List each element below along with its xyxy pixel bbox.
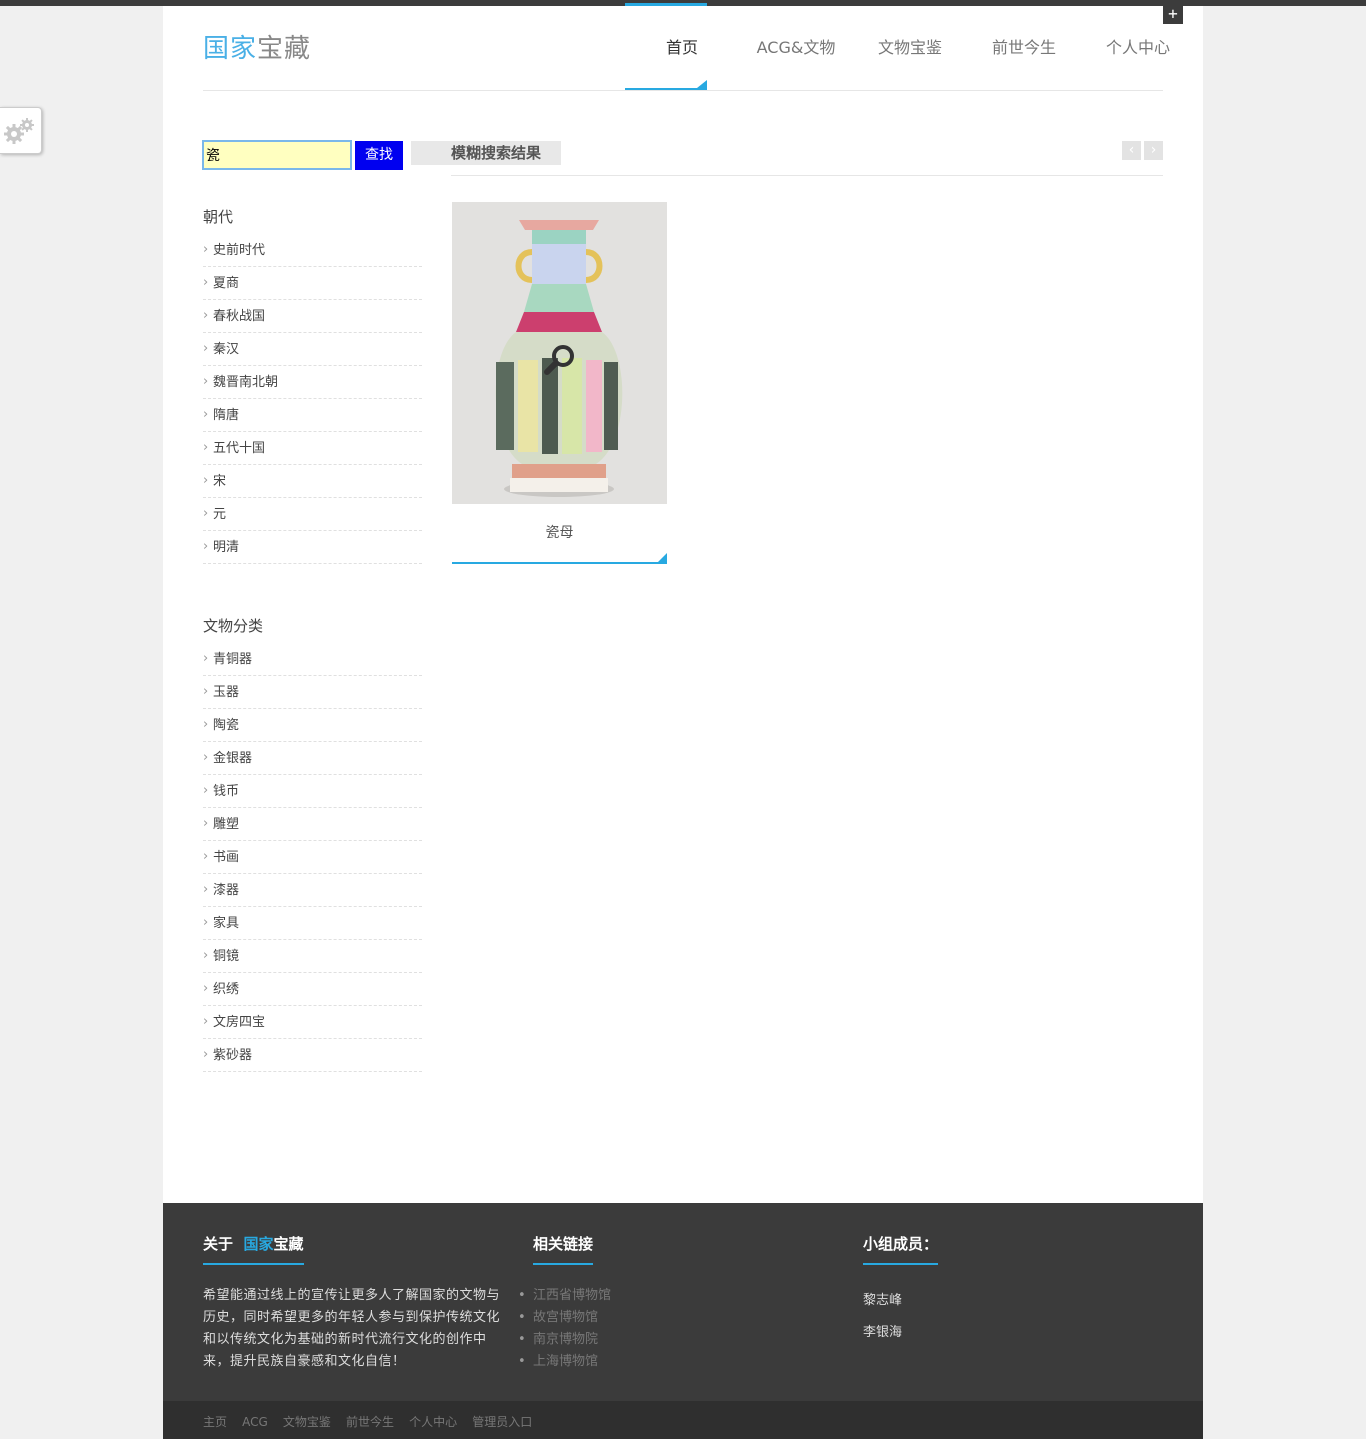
search-button[interactable]: 查找 [355,141,403,170]
nav-home[interactable]: 首页 [625,3,739,90]
footer-links-title: 相关链接 [533,1233,594,1265]
bottom-link-profile[interactable]: 个人中心 [409,1415,457,1429]
nav-relics[interactable]: 文物宝鉴 [853,6,967,90]
chevron-left-icon: ‹ [1128,142,1135,158]
dynasty-item[interactable]: 宋 [203,464,422,498]
result-card[interactable]: 瓷母 [452,202,667,564]
dynasty-item[interactable]: 元 [203,497,422,531]
category-item[interactable]: 金银器 [203,741,422,775]
category-item[interactable]: 铜镜 [203,939,422,973]
nav-profile-label: 个人中心 [1105,38,1170,57]
dynasty-item[interactable]: 夏商 [203,266,422,300]
nav-history-label: 前世今生 [991,38,1056,57]
chevron-right-icon: › [1150,142,1157,158]
page-container: + 国家宝藏 首页 ACG&文物 文物宝鉴 前世今生 个人中心 查找 模糊搜索结… [163,3,1203,1439]
footer-members-list: 黎志峰 李银海 [863,1285,938,1349]
member-name: 李银海 [863,1325,903,1340]
category-item[interactable]: 青铜器 [203,642,422,676]
footer-about-text: 希望能通过线上的宣传让更多人了解国家的文物与历史，同时希望更多的年轻人参与到保护… [203,1288,501,1369]
footer-link[interactable]: 故宫博物馆 [518,1307,611,1329]
dynasty-list: 史前时代 夏商 春秋战国 秦汉 魏晋南北朝 隋唐 五代十国 宋 元 明清 [203,233,422,564]
main-nav: 首页 ACG&文物 文物宝鉴 前世今生 个人中心 [625,3,1195,90]
category-item[interactable]: 书画 [203,840,422,874]
result-name[interactable]: 瓷母 [452,504,667,564]
header-divider [203,90,1163,91]
search-input[interactable] [202,140,352,170]
dynasty-item[interactable]: 明清 [203,530,422,564]
footer-about: 关于 国家宝藏 希望能通过线上的宣传让更多人了解国家的文物与历史，同时希望更多的… [203,1233,505,1373]
next-page-button[interactable]: › [1144,141,1163,160]
magnifier-icon [544,345,574,375]
dynasty-item[interactable]: 史前时代 [203,233,422,267]
dynasty-item[interactable]: 隋唐 [203,398,422,432]
result-divider [451,175,1163,176]
bottom-link-history[interactable]: 前世今生 [346,1415,394,1429]
nav-home-label: 首页 [665,38,698,57]
gear-icon [4,118,34,144]
category-item[interactable]: 漆器 [203,873,422,907]
nav-history[interactable]: 前世今生 [967,6,1081,90]
fuzzy-result-tab[interactable]: 模糊搜索结果 [411,141,561,165]
dynasty-item[interactable]: 秦汉 [203,332,422,366]
site-logo[interactable]: 国家宝藏 [203,28,311,65]
footer-members: 小组成员： 黎志峰 李银海 [863,1233,939,1349]
bottom-link-acg[interactable]: ACG [242,1415,268,1429]
category-item[interactable]: 钱币 [203,774,422,808]
category-item[interactable]: 文房四宝 [203,1005,422,1039]
footer-members-title: 小组成员： [863,1233,939,1265]
footer-about-title: 关于 国家宝藏 [203,1233,304,1265]
category-item[interactable]: 雕塑 [203,807,422,841]
category-item[interactable]: 陶瓷 [203,708,422,742]
prev-page-button[interactable]: ‹ [1122,141,1141,160]
category-item[interactable]: 家具 [203,906,422,940]
bottom-links: 主页 ACG 文物宝鉴 前世今生 个人中心 管理员入口 [203,1401,542,1439]
category-item[interactable]: 紫砂器 [203,1038,422,1072]
category-title: 文物分类 [203,617,264,635]
vase-image[interactable] [452,202,667,504]
bottom-bar: 主页 ACG 文物宝鉴 前世今生 个人中心 管理员入口 [163,1401,1203,1439]
dynasty-item[interactable]: 春秋战国 [203,299,422,333]
footer: 关于 国家宝藏 希望能通过线上的宣传让更多人了解国家的文物与历史，同时希望更多的… [163,1203,1203,1401]
bottom-link-admin[interactable]: 管理员入口 [472,1415,532,1429]
nav-acg[interactable]: ACG&文物 [739,6,853,90]
category-list: 青铜器 玉器 陶瓷 金银器 钱币 雕塑 书画 漆器 家具 铜镜 织绣 文房四宝 … [203,642,422,1072]
category-item[interactable]: 织绣 [203,972,422,1006]
member-name: 黎志峰 [863,1293,903,1308]
footer-link[interactable]: 南京博物院 [518,1329,611,1351]
footer-link[interactable]: 江西省博物馆 [518,1285,611,1307]
footer-link[interactable]: 上海博物馆 [518,1351,611,1373]
nav-relics-label: 文物宝鉴 [877,38,942,57]
nav-profile[interactable]: 个人中心 [1081,6,1195,90]
logo-part-1: 国家 [203,34,258,64]
bottom-link-relics[interactable]: 文物宝鉴 [283,1415,331,1429]
result-name-label: 瓷母 [545,525,574,541]
bottom-link-home[interactable]: 主页 [203,1415,227,1429]
dynasty-title: 朝代 [203,208,234,226]
category-item[interactable]: 玉器 [203,675,422,709]
footer-links: 相关链接 江西省博物馆 故宫博物馆 南京博物院 上海博物馆 [518,1233,611,1373]
nav-acg-label: ACG&文物 [756,38,836,57]
footer-links-list: 江西省博物馆 故宫博物馆 南京博物院 上海博物馆 [518,1285,611,1373]
settings-panel-toggle[interactable] [0,107,42,154]
dynasty-item[interactable]: 五代十国 [203,431,422,465]
logo-part-2: 宝藏 [257,34,312,64]
dynasty-item[interactable]: 魏晋南北朝 [203,365,422,399]
